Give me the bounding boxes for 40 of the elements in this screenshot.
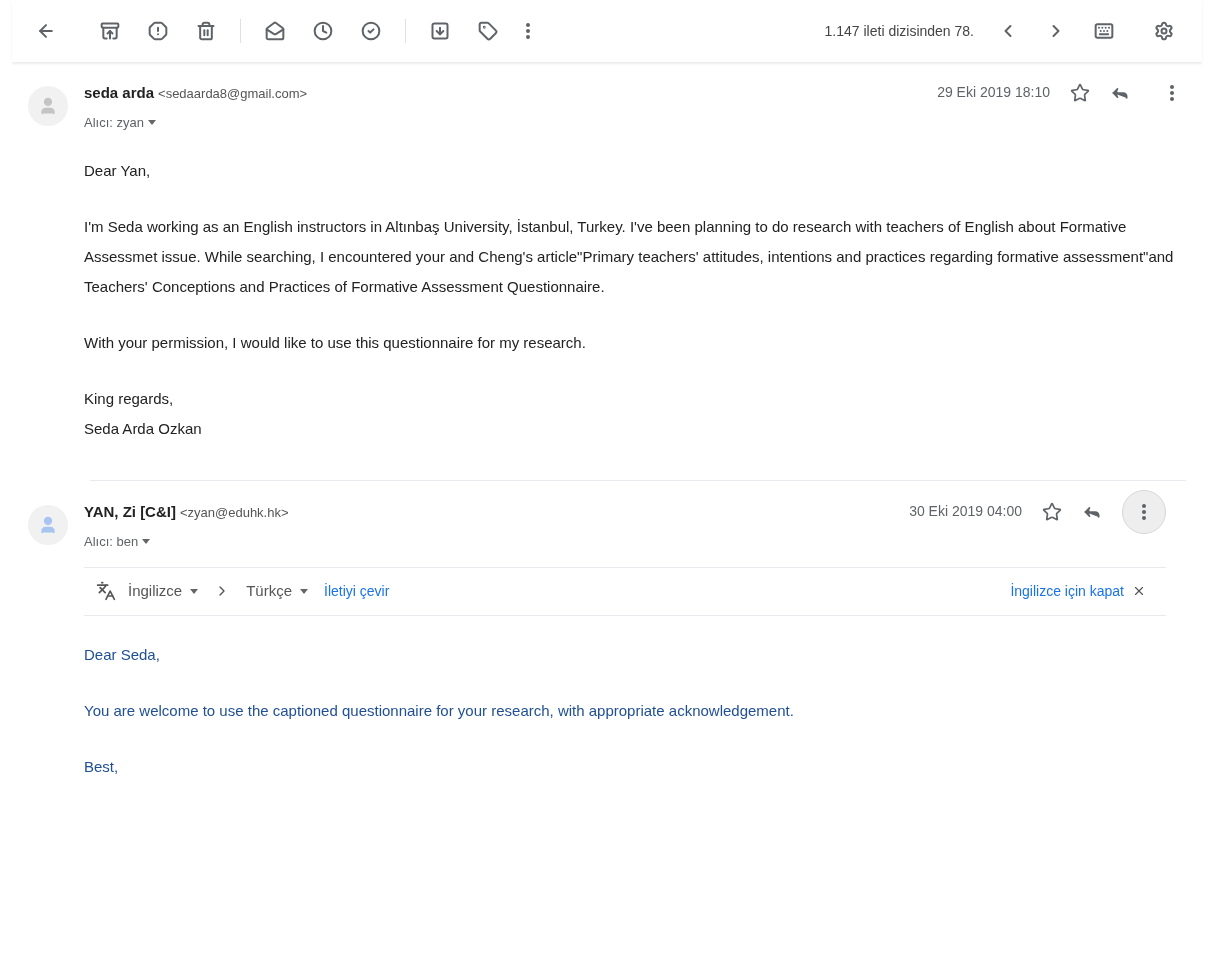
spam-icon [148,21,168,41]
star-icon [1042,501,1062,522]
keyboard-icon [1094,21,1114,41]
caret-icon [300,588,309,594]
label-icon [478,21,498,41]
star-icon [1070,82,1090,103]
sender-email: <zyan@eduhk.hk> [179,504,289,522]
message-paragraph: King regards, Seda Arda Ozkan [84,389,203,439]
source-language-dropdown[interactable]: İngilizce [128,580,199,603]
back-icon [36,21,56,41]
close-translation-link[interactable]: İngilizce için kapat [1010,580,1124,602]
translate-icon [96,581,116,602]
settings-icon [1154,21,1174,41]
caret-icon [142,538,151,544]
message-date: 30 Eki 2019 04:00 [909,502,1022,521]
message-paragraph: With your permission, I would like to use this questionnaire for my research. [84,333,587,353]
star-button[interactable] [1042,501,1062,522]
message-paragraph: Dear Yan, [84,161,152,181]
move-icon [430,21,450,41]
recipient-dropdown[interactable]: Alıcı: ben [84,531,151,551]
recipient-dropdown[interactable]: Alıcı: zyan [84,112,156,132]
translate-link[interactable]: İletiyi çevir [324,580,390,602]
caret-icon [147,119,156,125]
sender-email: <sedaarda8@gmail.com> [158,85,308,103]
sender-name: YAN, Zi [C&I] [84,502,176,522]
caret-icon [190,588,199,594]
message-paragraph: You are welcome to use the captioned questionnaire for your research, with appropriate acknowledgement. [84,700,795,721]
message-paragraph: Dear Seda, [84,644,161,665]
delete-icon [196,21,216,41]
archive-icon [100,21,120,41]
sender-name: seda arda [84,83,155,103]
message-paragraph: I'm Seda working as an English instructors in Altınbaş University, İstanbul, Turkey. I've been planning to do research with teachers of English about Formative Assessmet issue. While searching, I encountered your and Cheng's article"Primary teachers' attitudes, intentions and practices regarding formative assessment"and Teachers' Conceptions and Practices of Formative Assessment Questionnaire. [84,217,1175,297]
star-button[interactable] [1070,82,1090,103]
message-date: 29 Eki 2019 18:10 [937,83,1050,102]
more-icon [1142,503,1146,520]
page-info: 1.147 ileti dizisinden 78. [824,21,974,41]
message-paragraph: Best, [84,756,120,777]
more-icon [1170,84,1174,101]
target-language-dropdown[interactable]: Türkçe [246,580,309,603]
more-icon [526,23,530,39]
